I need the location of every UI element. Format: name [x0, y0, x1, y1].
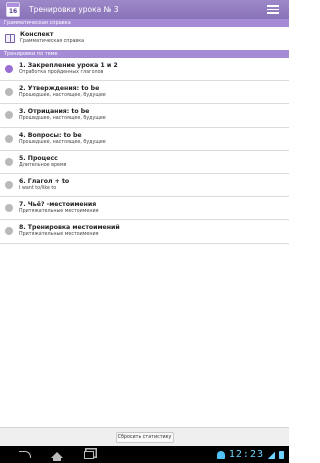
list-item[interactable]: 8. Тренировка местоимений Притяжательные …: [0, 220, 289, 244]
list-item[interactable]: 7. Чьё? -местоимения Притяжательные место…: [0, 197, 289, 221]
recent-apps-icon: [84, 450, 94, 459]
list-item[interactable]: 2. Утверждения: to be Прошедшее, настояще…: [0, 81, 289, 105]
calendar-icon-number: 16: [8, 8, 18, 15]
list-item[interactable]: 6. Глагол + to I want to/like to: [0, 174, 289, 198]
list-item[interactable]: 5. Процесс Длительное время: [0, 151, 289, 174]
lesson-subtitle: Длительное время: [19, 162, 67, 168]
lesson-subtitle: I want to/like to: [19, 186, 57, 192]
lesson-title: 6. Глагол + to: [19, 178, 70, 186]
section-header-trainings: Тренировки по теме: [0, 50, 289, 58]
status-dot-icon: [5, 204, 13, 213]
status-dot-icon: [5, 134, 13, 143]
section-header-grammar: Грамматическая справка: [0, 19, 289, 27]
android-icon: [216, 450, 225, 459]
status-dot-icon: [5, 111, 13, 120]
menu-icon[interactable]: [267, 5, 279, 14]
lesson-subtitle: Прошедшее, настоящее, будущее: [19, 93, 106, 99]
reset-statistics-button[interactable]: Сбросить статистику: [115, 431, 174, 443]
recent-apps-button[interactable]: [82, 450, 96, 459]
status-dot-icon: [5, 227, 13, 236]
list-item[interactable]: 1. Закрепление урока 1 и 2 Отработка прой…: [0, 58, 289, 82]
system-bar: 12:23: [0, 446, 289, 463]
clock: 12:23: [228, 449, 264, 460]
action-bar: 16 Тренировки урока № 3: [0, 0, 289, 19]
lesson-subtitle: Притяжательные местоимения: [19, 232, 99, 238]
status-dot-icon: [5, 181, 13, 190]
list-item[interactable]: 4. Вопросы: to be Прошедшее, настоящее, б…: [0, 128, 289, 151]
status-dot-icon: [5, 157, 13, 166]
lesson-subtitle: Притяжательные местоимения: [19, 209, 99, 215]
reference-subtitle: Грамматическая справка: [20, 39, 85, 44]
lesson-title: 4. Вопросы: to be: [19, 131, 82, 139]
book-icon: [5, 33, 15, 43]
signal-icon: [268, 450, 275, 459]
page-title: Тренировки урока № 3: [29, 5, 119, 14]
calendar-app-icon[interactable]: 16: [6, 2, 20, 17]
battery-icon: [279, 450, 284, 459]
status-dot-icon: [5, 88, 13, 97]
back-icon: [19, 451, 31, 458]
bottom-bar: Сбросить статистику: [0, 427, 289, 446]
lesson-title: 5. Процесс: [19, 154, 58, 162]
lesson-subtitle: Отработка пройденных глаголов: [19, 70, 104, 76]
home-icon: [51, 451, 63, 461]
back-button[interactable]: [18, 450, 32, 459]
home-button[interactable]: [50, 450, 64, 461]
reference-item[interactable]: Конспект Грамматическая справка: [0, 27, 289, 49]
status-dot-icon: [5, 65, 13, 74]
lesson-list: 1. Закрепление урока 1 и 2 Отработка прой…: [0, 58, 289, 244]
lesson-subtitle: Прошедшее, настоящее, будущее: [19, 116, 106, 122]
reference-title: Конспект: [20, 31, 54, 38]
lesson-title: 1. Закрепление урока 1 и 2: [19, 62, 118, 70]
list-item[interactable]: 3. Отрицания: to be Прошедшее, настоящее,…: [0, 104, 289, 128]
lesson-subtitle: Прошедшее, настоящее, будущее: [19, 139, 106, 145]
